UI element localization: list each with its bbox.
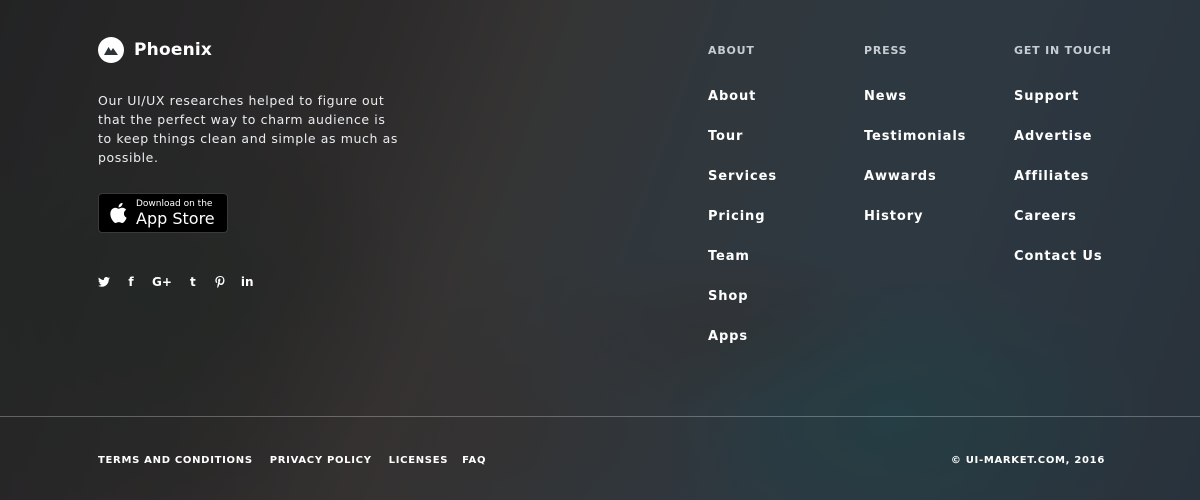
twitter-icon[interactable] xyxy=(98,274,110,290)
app-store-label: App Store xyxy=(136,208,215,228)
tumblr-icon[interactable]: t xyxy=(187,274,199,290)
faq-link[interactable]: FAQ xyxy=(462,455,486,466)
footer-link-team[interactable]: Team xyxy=(708,249,750,264)
social-links: f G+ t in xyxy=(98,274,269,290)
footer-link-testimonials[interactable]: Testimonials xyxy=(864,129,966,144)
footer-link-news[interactable]: News xyxy=(864,89,907,104)
about-text: Our UI/UX researches helped to figure ou… xyxy=(98,93,398,165)
linkedin-icon[interactable]: in xyxy=(241,274,254,290)
facebook-icon[interactable]: f xyxy=(125,274,137,290)
brand-name: Phoenix xyxy=(134,40,213,60)
footer-link-about[interactable]: About xyxy=(708,89,756,104)
apple-icon xyxy=(110,202,127,223)
licenses-link[interactable]: LICENSES xyxy=(389,455,448,466)
footer-link-pricing[interactable]: Pricing xyxy=(708,209,765,224)
footer-link-tour[interactable]: Tour xyxy=(708,129,743,144)
column-heading: ABOUT xyxy=(708,44,755,57)
footer-column-get-in-touch: GET IN TOUCH Support Advertise Affiliate… xyxy=(1014,44,1112,285)
footer-link-affiliates[interactable]: Affiliates xyxy=(1014,169,1089,184)
app-store-button[interactable]: Download on the App Store xyxy=(98,193,228,233)
app-store-caption: Download on the xyxy=(136,198,213,209)
terms-link[interactable]: TERMS AND CONDITIONS xyxy=(98,455,253,466)
pinterest-icon[interactable] xyxy=(214,274,226,290)
footer-link-shop[interactable]: Shop xyxy=(708,289,748,304)
mountain-logo-icon xyxy=(98,37,124,63)
footer-column-press: PRESS News Testimonials Awwards History xyxy=(864,44,966,245)
footer-link-awwards[interactable]: Awwards xyxy=(864,169,937,184)
footer-link-contact-us[interactable]: Contact Us xyxy=(1014,249,1102,264)
footer-link-apps[interactable]: Apps xyxy=(708,329,748,344)
footer-column-about: ABOUT About Tour Services Pricing Team S… xyxy=(708,44,777,365)
column-heading: GET IN TOUCH xyxy=(1014,44,1112,57)
legal-links: TERMS AND CONDITIONS PRIVACY POLICY LICE… xyxy=(98,455,503,466)
privacy-policy-link[interactable]: PRIVACY POLICY xyxy=(270,455,372,466)
footer-divider xyxy=(0,416,1200,417)
column-heading: PRESS xyxy=(864,44,908,57)
footer-link-support[interactable]: Support xyxy=(1014,89,1079,104)
brand[interactable]: Phoenix xyxy=(98,37,212,63)
copyright: © UI-MARKET.COM, 2016 xyxy=(950,455,1105,466)
footer-link-careers[interactable]: Careers xyxy=(1014,209,1077,224)
google-plus-icon[interactable]: G+ xyxy=(152,274,172,290)
footer-link-history[interactable]: History xyxy=(864,209,923,224)
footer-link-advertise[interactable]: Advertise xyxy=(1014,129,1092,144)
footer-link-services[interactable]: Services xyxy=(708,169,777,184)
